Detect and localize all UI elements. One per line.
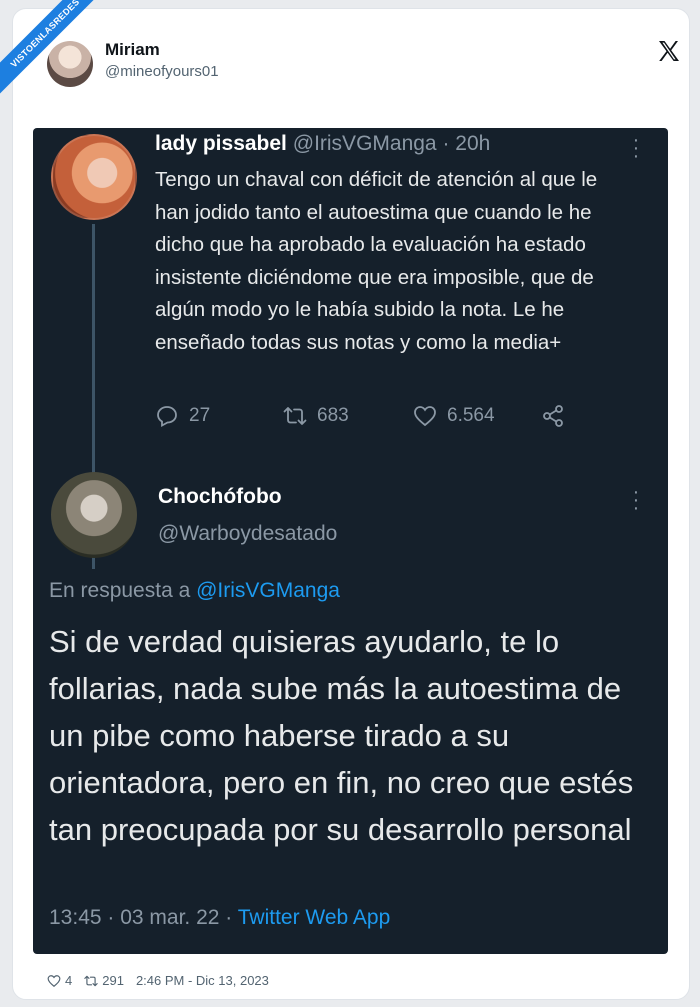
- tweet1-retweets: 683: [283, 404, 349, 428]
- tweet1-replies: 27: [155, 404, 210, 428]
- tweet1-replies-count: 27: [189, 405, 211, 426]
- tweet1-time: 20h: [455, 132, 491, 155]
- reply-icon: [157, 406, 177, 428]
- tweet2-timestamp: 13:45 · 03 mar. 22 ·: [49, 906, 238, 929]
- footer-retweets-count: 291: [102, 973, 124, 988]
- more-vertical-icon: · · ·: [632, 481, 640, 519]
- tweet1-author-handle: @IrisVGManga: [292, 132, 437, 155]
- tweet2-source-app: Twitter Web App: [237, 906, 391, 929]
- tweet-footer: 4 291 2:46 PM - Dic 13, 2023: [47, 973, 269, 988]
- heart-icon: [414, 406, 436, 427]
- tweet1-likes: 6.564: [413, 404, 495, 428]
- retweet-icon: [84, 975, 98, 986]
- embedded-tweet-card: Miriam @mineofyours01 4 291 2:46 PM - Di…: [12, 8, 690, 1000]
- tweet-screenshot-image: lady pissabel @IrisVGManga · 20h · · · Ten…: [33, 128, 668, 954]
- tweet2-author-name: Chochófobo: [158, 485, 282, 508]
- tweet1-header: lady pissabel @IrisVGManga · 20h: [155, 132, 490, 156]
- tweet1-separator: ·: [436, 132, 456, 155]
- share-icon: [543, 405, 563, 427]
- tweet2-avatar: [51, 472, 137, 558]
- author-handle[interactable]: @mineofyours01: [105, 63, 219, 80]
- footer-retweets[interactable]: 291: [84, 973, 124, 988]
- reply-prefix: En respuesta a: [49, 579, 197, 602]
- tweet1-likes-count: 6.564: [447, 405, 495, 426]
- more-vertical-icon: · · ·: [632, 129, 640, 167]
- reply-to-line: En respuesta a @IrisVGManga: [49, 579, 340, 603]
- tweet1-avatar: [51, 134, 137, 220]
- author-avatar[interactable]: [47, 41, 93, 87]
- author-name[interactable]: Miriam: [105, 40, 160, 60]
- tweet1-retweets-count: 683: [317, 405, 349, 426]
- footer-likes[interactable]: 4: [47, 973, 72, 988]
- tweet2-author-handle: @Warboydesatado: [158, 522, 338, 545]
- tweet1-action-bar: 27 683 6.564: [155, 404, 635, 434]
- tweet2-text: Si de verdad quisieras ayudarlo, te lo f…: [49, 624, 634, 847]
- footer-timestamp[interactable]: 2:46 PM - Dic 13, 2023: [136, 973, 269, 988]
- x-logo-icon[interactable]: [657, 39, 681, 63]
- tweet1-author-name: lady pissabel: [155, 132, 287, 155]
- footer-likes-count: 4: [65, 973, 73, 988]
- tweet1-text: Tengo un chaval con déficit de atención …: [155, 168, 598, 354]
- retweet-icon: [283, 407, 307, 425]
- tweet2-meta: 13:45 · 03 mar. 22 · Twitter Web App: [49, 906, 390, 930]
- heart-icon: [47, 974, 61, 987]
- tweet1-share: [541, 404, 565, 428]
- reply-to-handle: @IrisVGManga: [196, 579, 340, 602]
